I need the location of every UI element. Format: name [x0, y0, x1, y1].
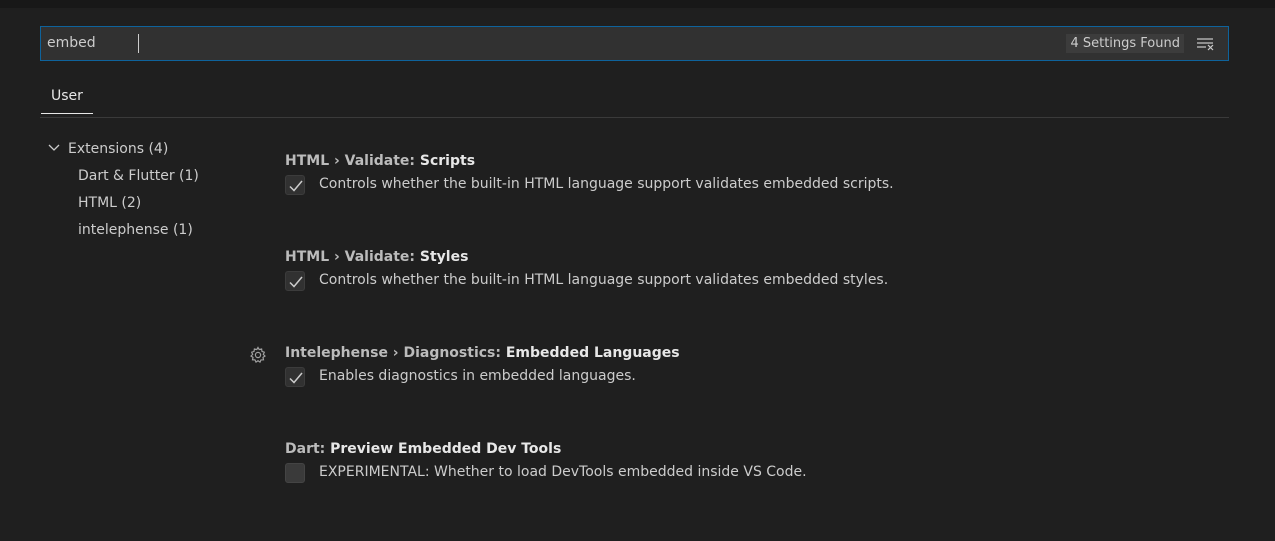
- settings-search-box[interactable]: embed 4 Settings Found: [40, 26, 1229, 61]
- setting-category: Dart:: [285, 441, 331, 457]
- setting-title: Dart: Preview Embedded Dev Tools: [285, 441, 561, 457]
- gear-icon[interactable]: [249, 346, 267, 364]
- result-count-badge: 4 Settings Found: [1066, 34, 1184, 53]
- clear-filter-icon[interactable]: [1196, 36, 1216, 52]
- setting-key: Embedded Languages: [505, 345, 680, 361]
- toc-item-label: Dart & Flutter (1): [78, 168, 199, 184]
- setting-description: EXPERIMENTAL: Whether to load DevTools e…: [319, 464, 807, 480]
- setting-intelephense-embedded-languages: Intelephense › Diagnostics: Embedded Lan…: [285, 345, 680, 389]
- checkmark-icon: [289, 276, 303, 288]
- setting-html-validate-scripts: HTML › Validate: Scripts Controls whethe…: [285, 153, 894, 197]
- setting-description: Controls whether the built-in HTML langu…: [319, 272, 889, 288]
- setting-checkbox[interactable]: [285, 271, 305, 291]
- chevron-down-icon[interactable]: [46, 140, 62, 156]
- tab-user[interactable]: User: [41, 88, 93, 114]
- setting-dart-preview-embedded-devtools: Dart: Preview Embedded Dev Tools EXPERIM…: [285, 441, 807, 485]
- setting-category: HTML › Validate:: [285, 249, 420, 265]
- toc-item-label: intelephense (1): [78, 222, 193, 238]
- setting-key: Styles: [419, 249, 469, 265]
- setting-checkbox[interactable]: [285, 463, 305, 483]
- toc-item-label: HTML (2): [78, 195, 142, 211]
- toc-group-label: Extensions (4): [68, 141, 169, 157]
- search-input[interactable]: embed: [47, 35, 96, 51]
- setting-category: HTML › Validate:: [285, 153, 420, 169]
- setting-title: HTML › Validate: Scripts: [285, 153, 475, 169]
- setting-category: Intelephense › Diagnostics:: [285, 345, 506, 361]
- checkmark-icon: [289, 180, 303, 192]
- setting-key: Scripts: [419, 153, 476, 169]
- setting-description: Enables diagnostics in embedded language…: [319, 368, 636, 384]
- checkmark-icon: [289, 372, 303, 384]
- text-caret: [138, 34, 139, 53]
- setting-title: Intelephense › Diagnostics: Embedded Lan…: [285, 345, 680, 361]
- top-strip: [0, 0, 1275, 8]
- setting-key: Preview Embedded Dev Tools: [330, 441, 562, 457]
- settings-scope-tabs: User: [40, 80, 1229, 118]
- setting-checkbox[interactable]: [285, 367, 305, 387]
- setting-description: Controls whether the built-in HTML langu…: [319, 176, 894, 192]
- setting-checkbox[interactable]: [285, 175, 305, 195]
- setting-title: HTML › Validate: Styles: [285, 249, 468, 265]
- setting-html-validate-styles: HTML › Validate: Styles Controls whether…: [285, 249, 888, 293]
